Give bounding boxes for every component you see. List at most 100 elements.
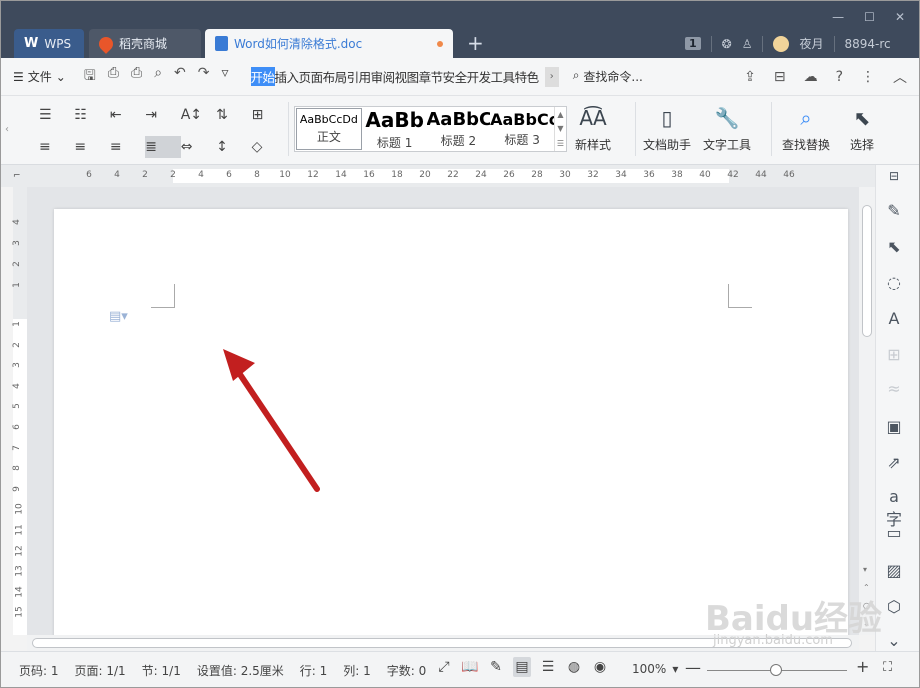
more-icon[interactable]: ⋮ [861, 69, 875, 85]
search-command-box[interactable]: ⌕ 查找命令... [573, 68, 643, 85]
maximize-button[interactable]: ☐ [864, 10, 875, 24]
account-id[interactable]: 8894-rc [845, 37, 891, 51]
cursor-icon[interactable]: ⬉ [884, 237, 904, 256]
vertical-ruler[interactable]: 4 3 2 1 1 2 3 4 5 6 7 8 9 10 11 12 13 14 15 [12, 187, 27, 635]
style-heading-2[interactable]: AaBbC 标题 2 [427, 107, 491, 151]
more-tabs-button[interactable]: › [544, 66, 559, 87]
find-replace-button[interactable]: ⌕ 查找替换 [782, 106, 830, 153]
paste-options-icon[interactable]: ▤▾ [109, 309, 128, 324]
shading-icon[interactable]: ◇ [252, 136, 287, 158]
outline-view-icon[interactable]: ☰ [539, 657, 557, 677]
redo-icon[interactable]: ↷ [198, 65, 210, 89]
cloud-icon[interactable]: ☁ [804, 69, 818, 85]
tab-home[interactable]: 开始 [250, 67, 275, 86]
align-left-icon[interactable]: ≡ [39, 136, 74, 158]
undo-icon[interactable]: ↶ [174, 65, 186, 89]
text-style-icon[interactable]: A [884, 309, 904, 328]
status-page-no[interactable]: 页码: 1 [19, 662, 59, 679]
distribute-icon[interactable]: ⇔ [181, 136, 216, 158]
window-count-badge[interactable]: 1 [685, 37, 701, 50]
tab-chapter[interactable]: 章节 [419, 67, 444, 86]
status-pages[interactable]: 页面: 1/1 [75, 662, 126, 679]
share-icon[interactable]: ⇗ [884, 453, 904, 472]
gallery-icon[interactable]: ▣ [884, 417, 904, 436]
zoom-out-button[interactable]: — [685, 658, 701, 677]
fullscreen-icon[interactable]: ⤢ [435, 657, 453, 677]
shirt-icon[interactable]: ♙ [742, 37, 753, 51]
chevron-down-icon[interactable]: ⌄ [884, 631, 904, 650]
chevron-down-icon[interactable]: ▼ [557, 124, 563, 133]
eye-protection-icon[interactable]: ◉ [591, 657, 609, 677]
pen-icon[interactable]: ✎ [884, 201, 904, 220]
style-gallery-scroll[interactable]: ▲ ▼ ☰ [554, 107, 566, 151]
zoom-in-button[interactable]: + [856, 657, 869, 676]
text-tools-button[interactable]: 🔧 文字工具 [703, 106, 751, 153]
fit-window-icon[interactable]: ⛶ [883, 660, 892, 675]
new-style-button[interactable]: A͡A 新样式 [575, 106, 611, 153]
ribbon-scroll-left-icon[interactable]: ‹ [5, 124, 9, 135]
user-name[interactable]: 夜月 [799, 35, 823, 52]
tab-developer[interactable]: 开发工具 [467, 67, 516, 86]
sort-icon[interactable]: ⇅ [216, 104, 251, 126]
tab-wps[interactable]: W WPS [14, 29, 84, 58]
print-preview-icon[interactable]: ⌕ [154, 65, 162, 89]
status-col[interactable]: 列: 1 [343, 662, 371, 679]
print-icon[interactable]: ⎙ [131, 65, 142, 89]
style-normal[interactable]: AaBbCcDd 正文 [296, 108, 362, 150]
tab-security[interactable]: 安全 [443, 67, 468, 86]
file-menu-button[interactable]: ☰ 文件 ⌄ [13, 68, 66, 85]
vertical-scrollbar[interactable]: ▾ ⌃ ○ ⌄ [859, 187, 875, 635]
minimize-button[interactable]: — [832, 10, 844, 24]
chevron-up-icon[interactable]: ▲ [557, 110, 563, 119]
tab-page-layout[interactable]: 页面布局 [299, 67, 348, 86]
document-page[interactable]: ▤▾ [54, 209, 848, 635]
numbered-list-icon[interactable]: ☷ [74, 104, 109, 126]
scroll-thumb[interactable] [862, 205, 872, 337]
save-icon[interactable]: 🖫 [84, 65, 96, 89]
collapse-ribbon-icon[interactable]: ︿ [893, 67, 907, 87]
shapes-icon[interactable]: ◌ [884, 273, 904, 292]
panel-collapse-icon[interactable]: ⊟ [884, 169, 904, 183]
align-center-icon[interactable]: ≡ [74, 136, 109, 158]
new-tab-button[interactable]: + [467, 31, 484, 55]
align-right-icon[interactable]: ≡ [110, 136, 145, 158]
decrease-indent-icon[interactable]: ⇤ [110, 104, 145, 126]
tab-document[interactable]: Word如何清除格式.doc [205, 29, 453, 58]
zoom-level[interactable]: 100% ▾ [632, 662, 678, 676]
select-button[interactable]: ⬉ 选择 [850, 106, 874, 153]
tab-references[interactable]: 引用 [347, 67, 372, 86]
tab-view[interactable]: 视图 [395, 67, 420, 86]
text-direction-icon[interactable]: A↕ [181, 104, 216, 126]
protect-view-icon[interactable]: ✎ [487, 657, 505, 677]
close-button[interactable]: ✕ [895, 10, 905, 24]
archive-icon[interactable]: ▭ [884, 523, 904, 542]
status-setting[interactable]: 设置值: 2.5厘米 [197, 662, 284, 679]
tab-docer-store[interactable]: 稻壳商城 [89, 29, 201, 58]
backup-icon[interactable]: ⬡ [884, 597, 904, 616]
status-row[interactable]: 行: 1 [300, 662, 328, 679]
status-section[interactable]: 节: 1/1 [142, 662, 181, 679]
chevron-down-icon[interactable]: ▾ [863, 565, 867, 574]
share-icon[interactable]: ⇪ [744, 69, 756, 85]
status-words[interactable]: 字数: 0 [387, 662, 427, 679]
page-view-icon[interactable]: ▤ [513, 657, 531, 677]
skin-icon[interactable]: ❂ [722, 37, 732, 51]
increase-indent-icon[interactable]: ⇥ [145, 104, 180, 126]
tab-insert[interactable]: 插入 [275, 67, 300, 86]
table-icon[interactable]: ⊞ [252, 104, 287, 126]
collab-icon[interactable]: ⊟ [774, 69, 786, 85]
style-heading-3[interactable]: AaBbCc 标题 3 [490, 107, 554, 151]
doc-helper-button[interactable]: ▯ 文档助手 [643, 106, 691, 153]
help-icon[interactable]: ? [836, 69, 843, 85]
horizontal-ruler[interactable]: ⌐ 6 4 2 2 4 6 8 10 12 14 16 18 20 22 24 26 28 30 32 34 36 38 4… [1, 165, 919, 187]
reading-mode-icon[interactable]: 📖 [461, 657, 479, 677]
justify-icon[interactable]: ≣ [145, 136, 181, 158]
image-icon[interactable]: ▨ [884, 561, 904, 580]
line-spacing-icon[interactable]: ↕ [216, 136, 251, 158]
expand-icon[interactable]: ☰ [557, 139, 564, 148]
export-pdf-icon[interactable]: ⎙ [108, 65, 119, 89]
style-heading-1[interactable]: AaBb 标题 1 [363, 107, 427, 151]
avatar[interactable] [773, 35, 790, 52]
web-view-icon[interactable]: ◍ [565, 657, 583, 677]
bullet-list-icon[interactable]: ☰ [39, 104, 74, 126]
